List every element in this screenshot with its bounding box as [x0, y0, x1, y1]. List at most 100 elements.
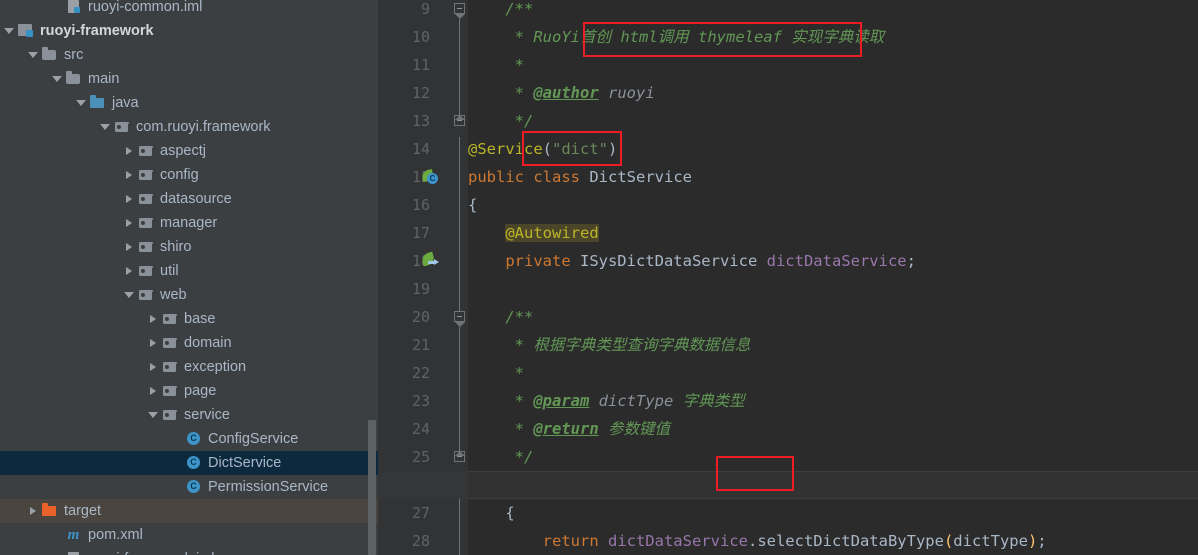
tree-twisty-none — [172, 427, 185, 451]
tree-item-label: base — [184, 311, 216, 327]
iml-file-icon — [65, 547, 83, 555]
fold-connector-method-doc — [459, 327, 460, 455]
source-folder-icon — [89, 91, 107, 115]
tree-item-configservice[interactable]: ConfigService — [0, 427, 378, 451]
tree-item-com-ruoyi-framework[interactable]: com.ruoyi.framework — [0, 115, 378, 139]
chevron-down-icon[interactable] — [100, 115, 113, 139]
code-line[interactable]: @Autowired — [468, 219, 1198, 247]
code-line[interactable]: * @author ruoyi — [468, 79, 1198, 107]
fold-marker-method-doc-start[interactable] — [454, 311, 465, 322]
code-line[interactable]: */ — [468, 107, 1198, 135]
chevron-down-icon[interactable] — [76, 91, 89, 115]
tree-item-ruoyi-framework-iml[interactable]: ruoyi-framework.iml — [0, 547, 378, 555]
fold-connector-javadoc — [459, 19, 460, 119]
code-line[interactable]: * @return 参数键值 — [468, 415, 1198, 443]
package-icon — [137, 259, 155, 283]
tree-item-util[interactable]: util — [0, 259, 378, 283]
code-line[interactable]: * RuoYi首创 html调用 thymeleaf 实现字典读取 — [468, 23, 1198, 51]
code-line[interactable]: /** — [468, 303, 1198, 331]
code-token: ) — [608, 140, 618, 158]
code-token: */ — [468, 448, 534, 466]
code-token: @Autowired — [505, 224, 599, 242]
chevron-right-icon[interactable] — [124, 211, 137, 235]
tree-item-config[interactable]: config — [0, 163, 378, 187]
tree-item-manager[interactable]: manager — [0, 211, 378, 235]
chevron-right-icon[interactable] — [124, 187, 137, 211]
code-token: * RuoYi首创 — [468, 28, 621, 46]
package-icon — [113, 115, 131, 139]
chevron-right-icon[interactable] — [124, 235, 137, 259]
chevron-right-icon[interactable] — [148, 307, 161, 331]
project-tool-window[interactable]: ruoyi-common.iml ruoyi-framework src main ja… — [0, 0, 378, 555]
folder-icon — [65, 67, 83, 91]
folder-icon — [41, 43, 59, 67]
tree-item-base[interactable]: base — [0, 307, 378, 331]
code-line[interactable]: private ISysDictDataService dictDataServ… — [468, 247, 1198, 275]
tree-item-service[interactable]: service — [0, 403, 378, 427]
tree-item-label: java — [112, 95, 139, 111]
tree-item-src[interactable]: src — [0, 43, 378, 67]
tree-item-domain[interactable]: domain — [0, 331, 378, 355]
tree-item-web[interactable]: web — [0, 283, 378, 307]
spring-bean-gutter-icon[interactable]: C — [421, 169, 440, 187]
fold-connector-method — [459, 495, 460, 555]
fold-marker-javadoc-start[interactable] — [454, 3, 465, 14]
tree-item-label: PermissionService — [208, 479, 329, 495]
code-line[interactable]: * @param dictType 字典类型 — [468, 387, 1198, 415]
tree-item-main[interactable]: main — [0, 67, 378, 91]
code-line[interactable]: { — [468, 191, 1198, 219]
code-token: 参数键值 — [598, 420, 670, 438]
fold-tip-method-doc-end[interactable] — [454, 451, 465, 456]
package-icon — [161, 403, 179, 427]
tree-item-ruoyi-framework[interactable]: ruoyi-framework — [0, 19, 378, 43]
code-line[interactable]: * — [468, 359, 1198, 387]
chevron-down-icon[interactable] — [148, 403, 161, 427]
code-editor[interactable]: 9101112131415161718192021222324252627282… — [378, 0, 1198, 555]
chevron-right-icon[interactable] — [124, 163, 137, 187]
chevron-right-icon[interactable] — [148, 331, 161, 355]
spring-autowired-gutter-icon[interactable] — [420, 251, 440, 271]
chevron-down-icon[interactable] — [52, 67, 65, 91]
tree-item-pom-xml[interactable]: pom.xml — [0, 523, 378, 547]
chevron-right-icon[interactable] — [28, 499, 41, 523]
chevron-right-icon[interactable] — [124, 139, 137, 163]
package-icon — [137, 163, 155, 187]
code-token: * — [468, 364, 524, 382]
code-line[interactable]: { — [468, 499, 1198, 527]
code-line[interactable]: * 根据字典类型查询字典数据信息 — [468, 331, 1198, 359]
code-line[interactable]: * — [468, 51, 1198, 79]
line-number: 27 — [411, 504, 430, 522]
code-token: @param — [533, 392, 590, 410]
chevron-right-icon[interactable] — [124, 259, 137, 283]
code-token: 字典类型 — [673, 392, 745, 410]
tree-item-label: src — [64, 47, 84, 63]
code-line[interactable]: return dictDataService.selectDictDataByT… — [468, 527, 1198, 555]
tree-item-label: service — [184, 407, 230, 423]
tree-item-label: pom.xml — [88, 527, 143, 543]
tree-item-shiro[interactable]: shiro — [0, 235, 378, 259]
code-token: DictService — [589, 168, 692, 186]
tree-item-target[interactable]: target — [0, 499, 378, 523]
chevron-down-icon[interactable] — [4, 19, 17, 43]
code-line[interactable]: @Service("dict") — [468, 135, 1198, 163]
tree-item-aspectj[interactable]: aspectj — [0, 139, 378, 163]
chevron-down-icon[interactable] — [124, 283, 137, 307]
tree-item-permissionservice[interactable]: PermissionService — [0, 475, 378, 499]
code-token: ISysDictDataService — [579, 252, 767, 270]
tree-item-java[interactable]: java — [0, 91, 378, 115]
tree-item-exception[interactable]: exception — [0, 355, 378, 379]
tree-item-page[interactable]: page — [0, 379, 378, 403]
tree-item-dictservice[interactable]: DictService — [0, 451, 378, 475]
chevron-right-icon[interactable] — [148, 355, 161, 379]
chevron-down-icon[interactable] — [28, 43, 41, 67]
code-line[interactable]: /** — [468, 0, 1198, 23]
code-line[interactable]: public class DictService — [468, 163, 1198, 191]
project-tree-scrollbar[interactable] — [368, 420, 376, 555]
fold-tip-javadoc-end[interactable] — [454, 115, 465, 120]
code-line[interactable] — [468, 275, 1198, 303]
chevron-right-icon[interactable] — [148, 379, 161, 403]
line-number: 24 — [411, 420, 430, 438]
tree-item-ruoyi-common-iml[interactable]: ruoyi-common.iml — [0, 0, 378, 19]
tree-item-datasource[interactable]: datasource — [0, 187, 378, 211]
code-line[interactable]: */ — [468, 443, 1198, 471]
